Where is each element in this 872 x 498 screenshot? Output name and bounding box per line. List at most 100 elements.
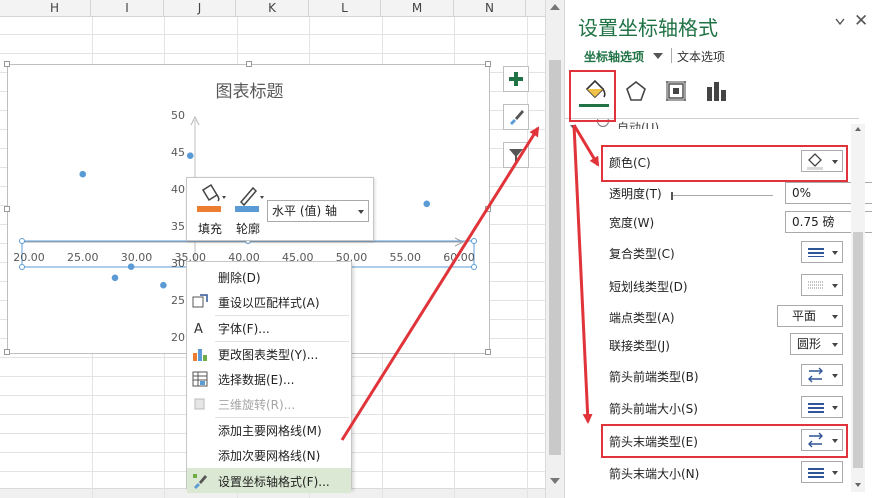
join-type-label: 联接类型(J)	[609, 339, 670, 353]
transparency-slider-track[interactable]	[673, 195, 773, 196]
menu-item-8[interactable]: 设置坐标轴格式(F)...	[187, 468, 351, 493]
menu-item-label: 选择数据(E)...	[218, 373, 295, 387]
effects-tab[interactable]	[621, 75, 651, 107]
annotation-box-color-row	[601, 145, 848, 182]
scroll-down-arrow-icon[interactable]	[854, 482, 862, 488]
fill-button[interactable]: 填充	[193, 182, 227, 238]
x-axis-selection-handle[interactable]	[19, 264, 25, 270]
column-header-h[interactable]: H	[19, 0, 91, 17]
cap-type-label: 端点类型(A)	[609, 311, 675, 325]
menu-item-1[interactable]: 重设以匹配样式(A)	[187, 289, 351, 314]
x-axis-selection-handle[interactable]	[471, 238, 477, 244]
tab-separator	[671, 48, 672, 63]
y-tick-label: 40	[171, 183, 185, 196]
chart-styles-button[interactable]	[503, 104, 529, 130]
menu-item-label: 设置坐标轴格式(F)...	[218, 475, 330, 489]
chart-filters-button[interactable]	[503, 142, 529, 168]
pen-outline-icon	[235, 186, 264, 212]
grid-row-line	[0, 53, 545, 54]
chart-resize-handle[interactable]	[4, 61, 10, 67]
chart-resize-handle[interactable]	[485, 61, 491, 67]
chart-resize-handle[interactable]	[485, 349, 491, 355]
axis-options-tab[interactable]	[701, 75, 731, 107]
scroll-up-arrow-icon[interactable]	[550, 4, 560, 10]
arrow-size-icon	[808, 468, 824, 478]
column-header-i[interactable]: I	[92, 0, 164, 17]
compound-type-dropdown[interactable]	[801, 241, 843, 263]
grid-row-line	[0, 34, 545, 35]
chart-resize-handle[interactable]	[4, 206, 10, 212]
arrow-size-icon	[808, 403, 824, 413]
chart-resize-handle[interactable]	[4, 349, 10, 355]
menu-item-label: 添加次要网格线(N)	[218, 449, 321, 463]
tab-axis-options[interactable]: 坐标轴选项	[584, 48, 644, 65]
scroll-up-arrow-icon[interactable]	[854, 126, 862, 132]
column-header-j[interactable]: J	[164, 0, 236, 17]
begin-arrow-size-dropdown[interactable]	[801, 396, 843, 418]
column-header-k[interactable]: K	[237, 0, 309, 17]
menu-item-6[interactable]: 添加主要网格线(M)	[187, 417, 351, 442]
data-point[interactable]	[186, 152, 194, 159]
chart-resize-handle[interactable]	[246, 61, 252, 67]
sheet-scroll-thumb[interactable]	[549, 60, 561, 455]
menu-item-7[interactable]: 添加次要网格线(N)	[187, 442, 351, 467]
pane-scroll-thumb[interactable]	[853, 232, 863, 468]
chevron-down-icon	[832, 374, 838, 378]
chart-elements-button[interactable]	[503, 66, 529, 92]
x-tick-label: 25.00	[67, 251, 99, 264]
dash-lines-icon	[808, 281, 824, 289]
fill-button-label: 填充	[197, 222, 222, 236]
row-transparency: 透明度(T) 0%	[609, 181, 872, 205]
transparency-slider-handle[interactable]	[671, 192, 673, 200]
tab-text-options[interactable]: 文本选项	[677, 48, 725, 65]
chart-element-select[interactable]: 水平 (值) 轴	[267, 200, 369, 222]
menu-item-4[interactable]: 选择数据(E)...	[187, 366, 351, 391]
pane-scrollbar[interactable]	[851, 124, 865, 492]
begin-arrow-type-label: 箭头前端类型(B)	[609, 370, 699, 384]
data-point[interactable]	[79, 170, 87, 178]
menu-item-label: 三维旋转(R)...	[218, 398, 296, 412]
column-header-n[interactable]: N	[454, 0, 526, 17]
column-header-l[interactable]: L	[309, 0, 381, 17]
join-type-dropdown[interactable]: 圆形	[790, 333, 843, 355]
width-value: 0.75 磅	[792, 215, 835, 229]
tab-axis-options-dropdown-icon[interactable]	[653, 53, 663, 59]
context-menu: 删除(D) 重设以匹配样式(A) A 字体(F)... 更改图表类型(Y)... 选择数据…	[186, 261, 352, 493]
menu-item-label: 重设以匹配样式(A)	[218, 296, 320, 310]
sheet-vertical-scrollbar[interactable]	[545, 0, 564, 498]
data-point[interactable]	[160, 281, 167, 289]
row-dash-type: 短划线类型(D)	[609, 274, 849, 298]
x-axis-selection-handle[interactable]	[471, 264, 477, 270]
menu-item-2[interactable]: A 字体(F)...	[187, 315, 351, 340]
scroll-down-arrow-icon[interactable]	[550, 478, 560, 484]
bar-chart-icon	[707, 82, 726, 101]
y-tick-label: 25	[171, 294, 185, 307]
row-width: 宽度(W) 0.75 磅	[609, 210, 872, 234]
y-tick-label: 35	[171, 220, 185, 233]
size-properties-tab[interactable]	[661, 75, 691, 107]
dash-type-dropdown[interactable]	[801, 274, 843, 296]
outline-button[interactable]: 轮廓	[231, 182, 265, 238]
x-axis-selection-handle[interactable]	[19, 238, 25, 244]
end-arrow-size-dropdown[interactable]	[801, 461, 843, 483]
menu-item-3[interactable]: 更改图表类型(Y)...	[187, 341, 351, 366]
chart-resize-handle[interactable]	[485, 206, 491, 212]
data-point[interactable]	[127, 263, 135, 270]
funnel-icon	[509, 149, 523, 162]
x-tick-label: 20.00	[13, 251, 45, 264]
chevron-down-icon	[832, 471, 838, 475]
pane-options-chevron-icon[interactable]	[835, 18, 845, 26]
menu-item-label: 字体(F)...	[218, 322, 270, 336]
pane-close-icon[interactable]: ✕	[854, 11, 868, 31]
collapse-chevron-icon[interactable]	[569, 123, 577, 131]
begin-arrow-type-dropdown[interactable]	[801, 364, 843, 386]
cap-type-dropdown[interactable]: 平面	[777, 305, 843, 327]
chevron-down-icon	[832, 284, 838, 288]
data-point[interactable]	[423, 200, 431, 208]
svg-text:A: A	[194, 322, 203, 336]
pentagon-icon	[626, 80, 646, 101]
data-point[interactable]	[111, 274, 119, 282]
column-header-m[interactable]: M	[382, 0, 454, 17]
plus-icon	[509, 72, 523, 86]
menu-item-0[interactable]: 删除(D)	[187, 264, 351, 289]
